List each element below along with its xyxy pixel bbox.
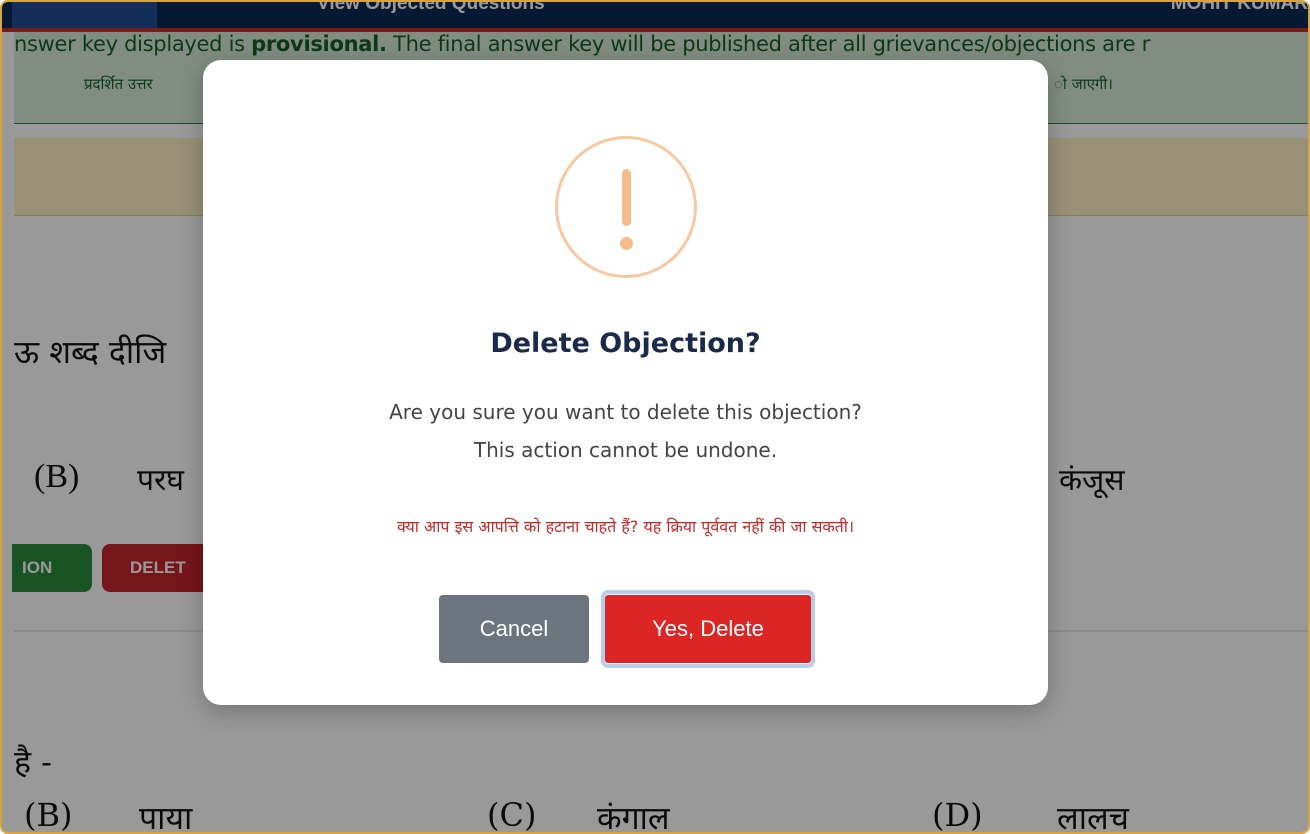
dialog-title: Delete Objection? [490, 328, 761, 359]
dialog-message-hindi: क्या आप इस आपत्ति को हटाना चाहते हैं? यह… [396, 517, 855, 536]
page-frame: View Objected Questions MOHIT KUMAR nswe… [0, 0, 1310, 834]
dialog-message-line1: Are you sure you want to delete this obj… [389, 400, 862, 424]
dialog-message: Are you sure you want to delete this obj… [203, 393, 1048, 469]
delete-confirmation-dialog: Delete Objection? Are you sure you want … [203, 60, 1048, 705]
cancel-button[interactable]: Cancel [439, 595, 589, 663]
confirm-delete-button[interactable]: Yes, Delete [605, 595, 811, 663]
exclamation-warning-icon [555, 136, 697, 278]
dialog-message-line2: This action cannot be undone. [473, 438, 778, 462]
